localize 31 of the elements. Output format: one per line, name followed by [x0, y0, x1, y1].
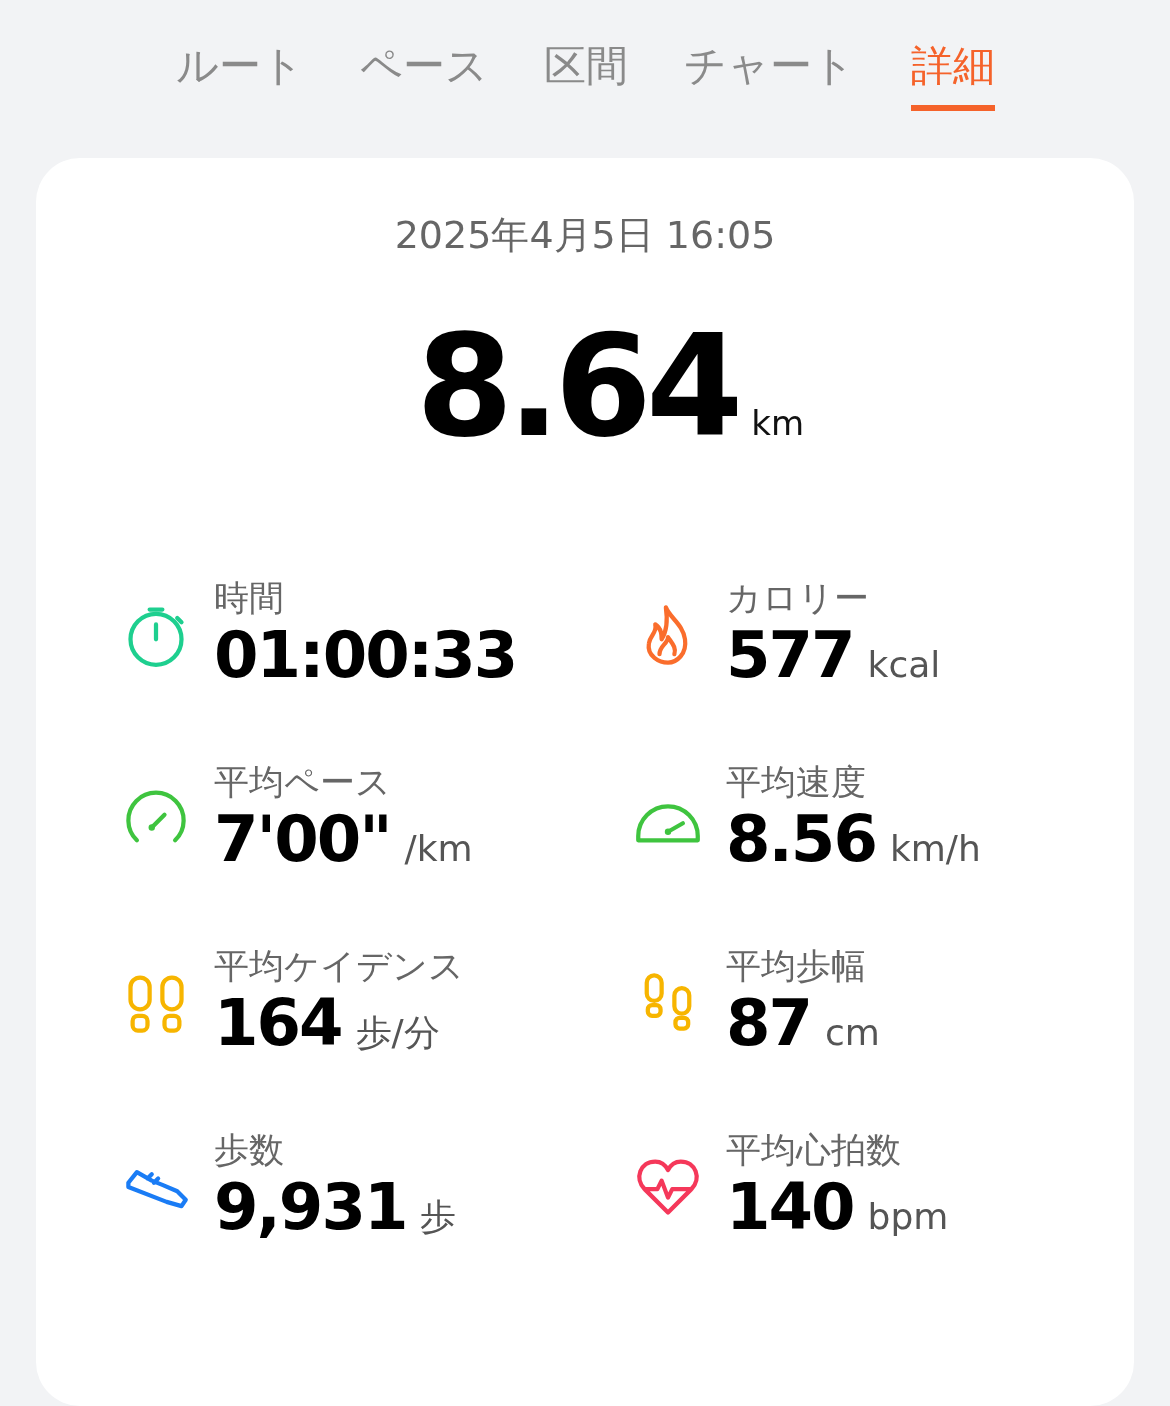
stat-label: 歩数 — [214, 1130, 285, 1170]
stat-label: 平均心拍数 — [726, 1130, 902, 1170]
workout-date: 2025年4月5日 16:05 — [394, 212, 776, 259]
stat-label: 平均歩幅 — [726, 946, 867, 986]
stat-unit: cm — [825, 1012, 880, 1053]
stat-label: 時間 — [214, 578, 285, 618]
tab[interactable]: ルート — [175, 36, 304, 111]
stat-label: 平均速度 — [726, 762, 867, 802]
distance-value: 8.64 — [415, 305, 738, 468]
stat-unit: /km — [404, 828, 473, 869]
tab[interactable]: チャート — [683, 36, 855, 111]
stat-label: 平均ケイデンス — [214, 946, 464, 986]
stat-unit: bpm — [867, 1196, 949, 1237]
stat-value: 7'00" — [214, 802, 391, 876]
stat-label: 平均ペース — [214, 762, 392, 802]
stat-value: 140 — [726, 1170, 854, 1244]
stat-unit: km/h — [889, 828, 981, 869]
tab[interactable]: 詳細 — [910, 36, 995, 111]
stat-value: 164 — [214, 986, 342, 1060]
stat-value: 01:00:33 — [214, 618, 517, 692]
stat-unit: 歩/分 — [355, 1011, 440, 1055]
stat-value: 9,931 — [214, 1170, 407, 1244]
distance-unit: km — [751, 403, 805, 443]
stat-unit: kcal — [867, 644, 941, 685]
stat-value: 577 — [726, 618, 854, 692]
stat-value: 87 — [726, 986, 812, 1060]
stat-value: 8.56 — [726, 802, 876, 876]
tab[interactable]: 区間 — [543, 36, 628, 111]
tab[interactable]: ペース — [359, 36, 488, 111]
stat-unit: 歩 — [420, 1195, 457, 1239]
stat-label: カロリー — [726, 578, 870, 618]
